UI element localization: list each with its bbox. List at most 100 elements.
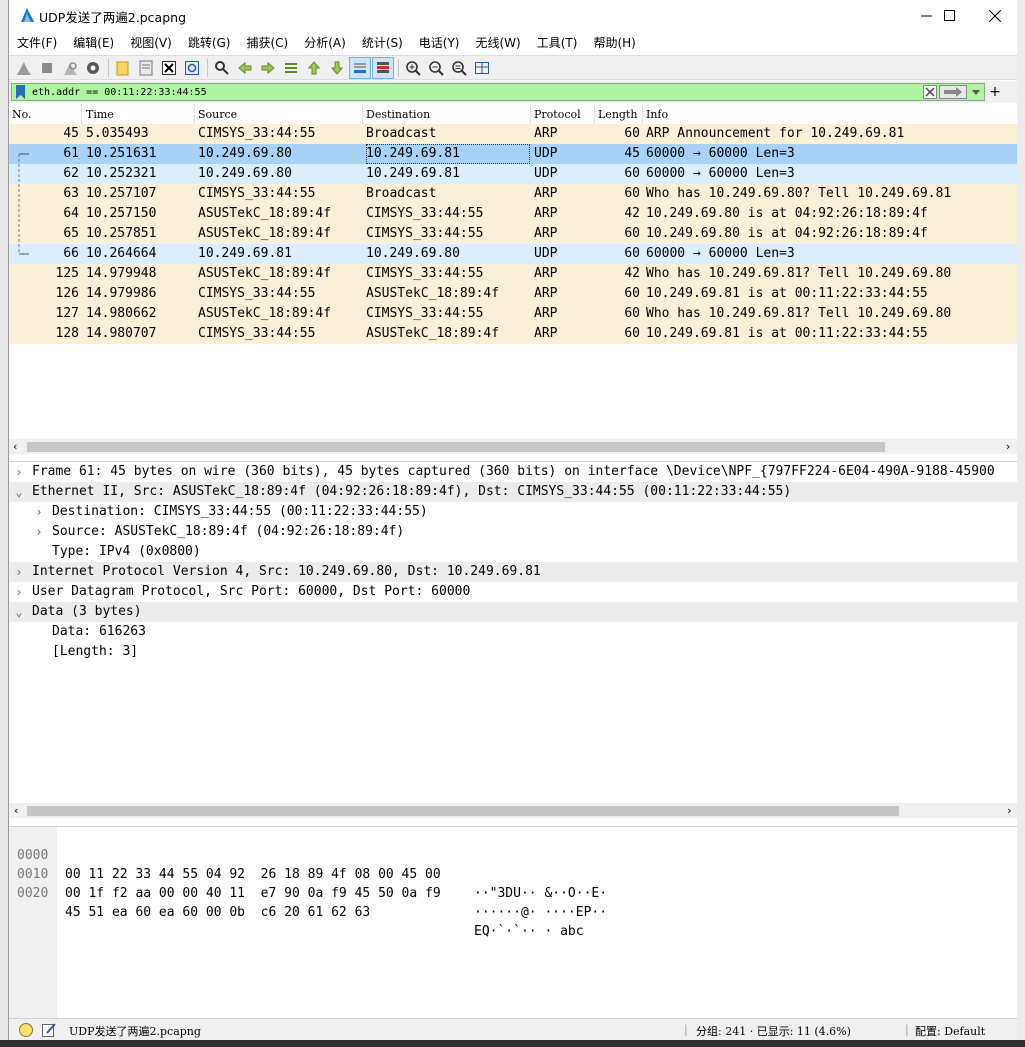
column-divider[interactable] (594, 104, 595, 124)
menu-bar: 文件(F) 编辑(E) 视图(V) 跳转(G) 捕获(C) 分析(A) 统计(S… (9, 32, 1018, 54)
expand-caret-icon[interactable]: › (14, 462, 24, 482)
column-header-no[interactable]: No. (12, 108, 32, 121)
clear-filter-button[interactable] (923, 85, 937, 99)
toolbar-separator (108, 58, 109, 77)
open-file-button[interactable] (112, 57, 134, 79)
last-packet-button[interactable] (326, 57, 348, 79)
collapse-caret-icon[interactable]: ⌄ (14, 482, 24, 502)
column-header-info[interactable]: Info (646, 108, 668, 121)
menu-go[interactable]: 跳转(G) (180, 32, 239, 54)
scroll-right-icon[interactable]: › (1006, 803, 1013, 818)
cell-destination: Broadcast (366, 126, 437, 141)
column-divider[interactable] (642, 104, 643, 124)
cell-destination: CIMSYS_33:44:55 (366, 226, 484, 241)
menu-tools[interactable]: 工具(T) (529, 32, 586, 54)
colorize-button[interactable] (372, 56, 394, 79)
display-filter-input[interactable]: eth.addr == 00:11:22:33:44:55 (11, 83, 985, 101)
bytes-row[interactable]: 0020 45 51 ea 60 ea 60 00 0b c6 20 61 62… (9, 865, 584, 939)
add-filter-button-icon[interactable]: + (988, 83, 1002, 101)
menu-file[interactable]: 文件(F) (9, 32, 65, 54)
column-header-destination[interactable]: Destination (366, 108, 430, 121)
menu-capture[interactable]: 捕获(C) (238, 32, 296, 54)
detail-row-eth-source[interactable]: › Source: ASUSTekC_18:89:4f (04:92:26:18… (9, 522, 1018, 542)
menu-help[interactable]: 帮助(H) (585, 32, 643, 54)
find-packet-button[interactable] (211, 57, 233, 79)
collapse-caret-icon[interactable]: ⌄ (14, 602, 24, 622)
scroll-left-icon[interactable]: ‹ (13, 439, 17, 454)
expert-info-icon[interactable] (18, 1022, 34, 1038)
first-packet-button[interactable] (303, 57, 325, 79)
bytes-row[interactable]: 0010 00 1f f2 aa 00 00 40 11 e7 90 0a f9… (9, 846, 607, 920)
column-header-protocol[interactable]: Protocol (534, 108, 581, 121)
scroll-left-icon[interactable]: ‹ (13, 803, 20, 818)
save-file-button[interactable] (135, 57, 157, 79)
expand-caret-icon[interactable]: › (14, 582, 24, 602)
menu-edit[interactable]: 编辑(E) (65, 32, 122, 54)
maximize-button[interactable] (926, 0, 972, 31)
packet-row[interactable]: 65 10.257851 ASUSTekC_18:89:4f CIMSYS_33… (9, 224, 1018, 244)
scroll-right-icon[interactable]: › (1006, 439, 1010, 454)
capture-options-button[interactable] (82, 57, 104, 79)
filter-history-dropdown[interactable] (970, 85, 982, 99)
packet-row[interactable]: 45 5.035493 CIMSYS_33:44:55 Broadcast AR… (9, 124, 1018, 144)
apply-filter-button[interactable] (939, 85, 967, 99)
detail-row-eth-type[interactable]: Type: IPv4 (0x0800) (9, 542, 1018, 562)
menu-view[interactable]: 视图(V) (122, 32, 180, 54)
packet-row[interactable]: 127 14.980662 ASUSTekC_18:89:4f CIMSYS_3… (9, 304, 1018, 324)
expand-caret-icon[interactable]: › (34, 502, 44, 522)
column-divider[interactable] (362, 104, 363, 124)
zoom-in-button[interactable] (402, 57, 424, 79)
zoom-out-button[interactable] (425, 57, 447, 79)
capture-comment-icon[interactable] (41, 1022, 57, 1038)
stop-capture-button[interactable] (36, 57, 58, 79)
details-hscrollbar[interactable]: ‹ › (9, 803, 1018, 818)
packet-list-hscrollbar[interactable]: ‹ › (9, 439, 1018, 454)
taskbar-strip (0, 1040, 1025, 1047)
packet-row[interactable]: 125 14.979948 ASUSTekC_18:89:4f CIMSYS_3… (9, 264, 1018, 284)
menu-statistics[interactable]: 统计(S) (354, 32, 411, 54)
scrollbar-thumb[interactable] (27, 806, 899, 816)
menu-analyze[interactable]: 分析(A) (296, 32, 354, 54)
close-file-button[interactable] (158, 57, 180, 79)
cell-info: ARP Announcement for 10.249.69.81 (646, 126, 905, 141)
column-divider[interactable] (81, 104, 82, 124)
autoscroll-button[interactable] (349, 56, 371, 79)
detail-row-frame[interactable]: › Frame 61: 45 bytes on wire (360 bits),… (9, 462, 1018, 482)
packet-row[interactable]: 126 14.979986 CIMSYS_33:44:55 ASUSTekC_1… (9, 284, 1018, 304)
bytes-row[interactable]: 0000 00 11 22 33 44 55 04 92 26 18 89 4f… (9, 827, 607, 901)
packet-row[interactable]: 63 10.257107 CIMSYS_33:44:55 Broadcast A… (9, 184, 1018, 204)
detail-row-eth-destination[interactable]: › Destination: CIMSYS_33:44:55 (00:11:22… (9, 502, 1018, 522)
packet-row[interactable]: 64 10.257150 ASUSTekC_18:89:4f CIMSYS_33… (9, 204, 1018, 224)
status-profile[interactable]: 配置: Default (915, 1023, 985, 1039)
menu-wireless[interactable]: 无线(W) (468, 32, 529, 54)
normal-size-button[interactable] (448, 57, 470, 79)
detail-row-data-length[interactable]: [Length: 3] (9, 642, 1018, 662)
scrollbar-thumb[interactable] (27, 442, 885, 452)
column-header-time[interactable]: Time (86, 108, 114, 121)
column-header-source[interactable]: Source (198, 108, 237, 121)
column-header-length[interactable]: Length (598, 108, 637, 121)
resize-columns-button[interactable] (471, 57, 493, 79)
reload-file-button[interactable] (181, 57, 203, 79)
packet-row-selected[interactable]: 61 10.251631 10.249.69.80 10.249.69.81 U… (9, 144, 1018, 164)
detail-row-data[interactable]: ⌄ Data (3 bytes) (9, 602, 1018, 622)
detail-row-ethernet[interactable]: ⌄ Ethernet II, Src: ASUSTekC_18:89:4f (0… (9, 482, 1018, 502)
start-capture-button[interactable] (13, 57, 35, 79)
go-to-packet-button[interactable] (280, 57, 302, 79)
restart-capture-button[interactable] (59, 57, 81, 79)
go-back-button[interactable] (234, 57, 256, 79)
detail-row-data-value[interactable]: Data: 616263 (9, 622, 1018, 642)
packet-row[interactable]: 128 14.980707 CIMSYS_33:44:55 ASUSTekC_1… (9, 324, 1018, 344)
go-forward-button[interactable] (257, 57, 279, 79)
close-button[interactable] (972, 0, 1018, 31)
packet-row[interactable]: 66 10.264664 10.249.69.81 10.249.69.80 U… (9, 244, 1018, 264)
detail-text: Source: ASUSTekC_18:89:4f (04:92:26:18:8… (52, 524, 405, 539)
column-divider[interactable] (530, 104, 531, 124)
expand-caret-icon[interactable]: › (14, 562, 24, 582)
packet-row[interactable]: 62 10.252321 10.249.69.80 10.249.69.81 U… (9, 164, 1018, 184)
expand-caret-icon[interactable]: › (34, 522, 44, 542)
column-divider[interactable] (194, 104, 195, 124)
detail-row-udp[interactable]: › User Datagram Protocol, Src Port: 6000… (9, 582, 1018, 602)
detail-row-ipv4[interactable]: › Internet Protocol Version 4, Src: 10.2… (9, 562, 1018, 582)
menu-telephony[interactable]: 电话(Y) (411, 32, 468, 54)
